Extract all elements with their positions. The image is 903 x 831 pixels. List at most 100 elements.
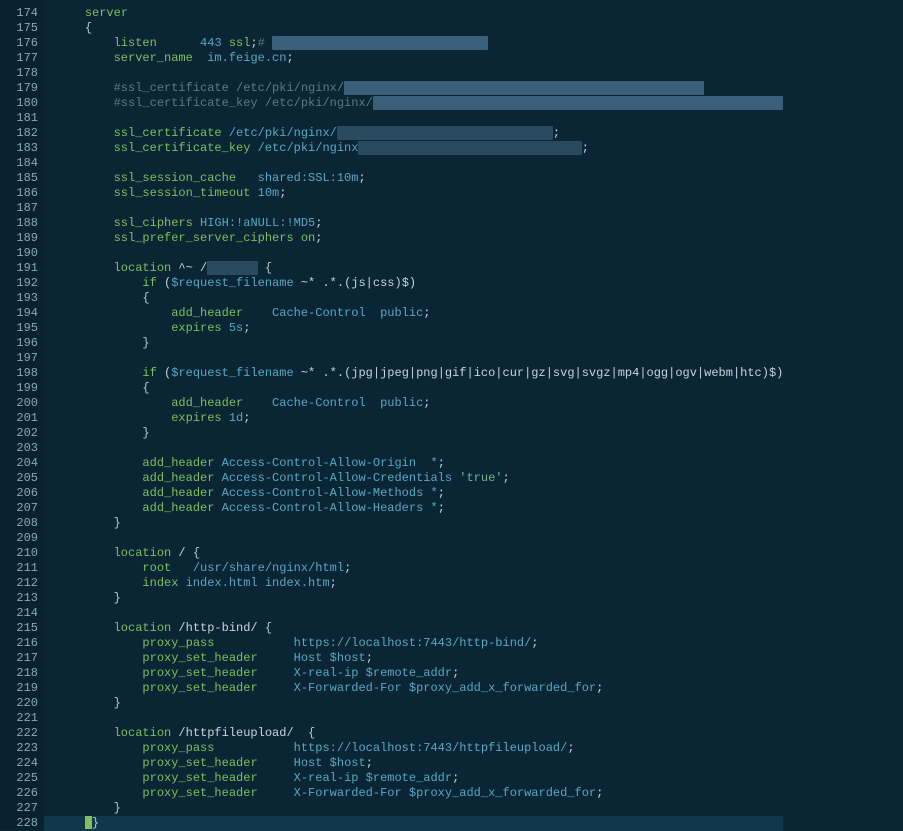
code-line[interactable]: root /usr/share/nginx/html; bbox=[56, 561, 783, 576]
token-brace: { bbox=[142, 381, 149, 395]
token-brace: } bbox=[114, 696, 121, 710]
code-line[interactable]: add_header Access-Control-Allow-Credenti… bbox=[56, 471, 783, 486]
line-number: 224 bbox=[0, 756, 44, 771]
code-line[interactable]: expires 1d; bbox=[56, 411, 783, 426]
code-line[interactable]: proxy_set_header X-real-ip $remote_addr; bbox=[56, 666, 783, 681]
code-line[interactable] bbox=[56, 711, 783, 726]
token-punct: ; bbox=[344, 561, 351, 575]
token-punct: ; bbox=[438, 486, 445, 500]
code-line[interactable]: proxy_pass https://localhost:7443/httpfi… bbox=[56, 741, 783, 756]
code-line[interactable]: ssl_session_timeout 10m; bbox=[56, 186, 783, 201]
token-brace: } bbox=[114, 516, 121, 530]
code-line[interactable] bbox=[56, 201, 783, 216]
code-line[interactable]: } bbox=[56, 336, 783, 351]
code-line[interactable] bbox=[56, 441, 783, 456]
code-line[interactable] bbox=[56, 66, 783, 81]
code-line[interactable] bbox=[56, 606, 783, 621]
token-punct bbox=[171, 561, 193, 575]
code-line[interactable] bbox=[56, 156, 783, 171]
token-punct: ; bbox=[243, 411, 250, 425]
code-line[interactable]: } bbox=[56, 426, 783, 441]
token-punct: ; bbox=[438, 501, 445, 515]
code-line[interactable]: add_header Access-Control-Allow-Origin *… bbox=[56, 456, 783, 471]
code-line[interactable]: #ssl_certificate /etc/pki/nginx/ bbox=[56, 81, 783, 96]
code-line[interactable]: proxy_set_header Host $host; bbox=[56, 756, 783, 771]
code-line[interactable]: } bbox=[56, 591, 783, 606]
line-number: 178 bbox=[0, 66, 44, 81]
code-line[interactable]: location ^~ / { bbox=[56, 261, 783, 276]
token-kw: ssl_prefer_server_ciphers bbox=[114, 231, 294, 245]
token-val: https://localhost:7443/http-bind/ bbox=[294, 636, 532, 650]
code-line[interactable] bbox=[56, 531, 783, 546]
token-punct: ; bbox=[243, 321, 250, 335]
code-line[interactable]: { bbox=[56, 381, 783, 396]
code-line[interactable]: add_header Cache-Control public; bbox=[56, 306, 783, 321]
code-line[interactable]: proxy_set_header X-Forwarded-For $proxy_… bbox=[56, 681, 783, 696]
code-line[interactable]: proxy_pass https://localhost:7443/http-b… bbox=[56, 636, 783, 651]
line-number: 228 bbox=[0, 816, 44, 831]
line-number: 190 bbox=[0, 246, 44, 261]
code-line[interactable]: server bbox=[56, 6, 783, 21]
code-line[interactable]: proxy_set_header X-Forwarded-For $proxy_… bbox=[56, 786, 783, 801]
code-line[interactable]: add_header Access-Control-Allow-Headers … bbox=[56, 501, 783, 516]
token-kw: location bbox=[114, 621, 172, 635]
code-line[interactable]: location /http-bind/ { bbox=[56, 621, 783, 636]
line-number: 199 bbox=[0, 381, 44, 396]
token-punct bbox=[258, 261, 265, 275]
code-line[interactable]: index index.html index.htm; bbox=[56, 576, 783, 591]
code-editor-content[interactable]: server { listen 443 ssl;# server_name im… bbox=[44, 0, 783, 830]
code-line[interactable]: location / { bbox=[56, 546, 783, 561]
line-number: 191 bbox=[0, 261, 44, 276]
code-line[interactable]: ssl_prefer_server_ciphers on; bbox=[56, 231, 783, 246]
line-number: 223 bbox=[0, 741, 44, 756]
code-line[interactable]: ssl_ciphers HIGH:!aNULL:!MD5; bbox=[56, 216, 783, 231]
code-line[interactable]: if ($request_filename ~* .*.(js|css)$) bbox=[56, 276, 783, 291]
line-number: 195 bbox=[0, 321, 44, 336]
token-val: Cache-Control public bbox=[272, 306, 423, 320]
code-line[interactable]: } bbox=[56, 516, 783, 531]
code-line[interactable]: #ssl_certificate_key /etc/pki/nginx/ bbox=[56, 96, 783, 111]
token-val: Host bbox=[294, 756, 330, 770]
code-line[interactable]: } bbox=[56, 801, 783, 816]
token-kw: ssl_session_cache bbox=[114, 171, 236, 185]
token-punct: ( bbox=[157, 276, 171, 290]
code-line[interactable]: ssl_certificate /etc/pki/nginx/ ; bbox=[56, 126, 783, 141]
code-line[interactable]: add_header Cache-Control public; bbox=[56, 396, 783, 411]
token-punct: ; bbox=[503, 471, 510, 485]
token-brace: { bbox=[193, 546, 200, 560]
token-punct bbox=[214, 636, 293, 650]
token-punct: ; bbox=[582, 141, 589, 155]
code-line[interactable]: listen 443 ssl;# bbox=[56, 36, 783, 51]
line-number: 186 bbox=[0, 186, 44, 201]
token-punct bbox=[214, 471, 221, 485]
code-line[interactable] bbox=[56, 111, 783, 126]
code-line[interactable]: server_name im.feige.cn; bbox=[56, 51, 783, 66]
code-line[interactable]: ssl_session_cache shared:SSL:10m; bbox=[56, 171, 783, 186]
token-kw: location bbox=[114, 261, 172, 275]
code-line[interactable]: ssl_certificate_key /etc/pki/nginx ; bbox=[56, 141, 783, 156]
token-punct: ^~ / bbox=[171, 261, 207, 275]
token-punct bbox=[236, 171, 258, 185]
code-line[interactable] bbox=[56, 351, 783, 366]
token-kw: listen bbox=[114, 36, 157, 50]
token-punct: / bbox=[171, 546, 193, 560]
line-number: 213 bbox=[0, 591, 44, 606]
code-line[interactable]: location /httpfileupload/ { bbox=[56, 726, 783, 741]
code-line[interactable]: } bbox=[56, 696, 783, 711]
token-punct: (jpg|jpeg|png|gif|ico|cur|gz|svg|svgz|mp… bbox=[344, 366, 783, 380]
code-line[interactable]: proxy_set_header X-real-ip $remote_addr; bbox=[56, 771, 783, 786]
code-line[interactable]: { bbox=[56, 21, 783, 36]
code-line[interactable]: { bbox=[56, 291, 783, 306]
code-line[interactable]: if ($request_filename ~* .*.(jpg|jpeg|pn… bbox=[56, 366, 783, 381]
code-line[interactable] bbox=[56, 246, 783, 261]
code-line[interactable]: add_header Access-Control-Allow-Methods … bbox=[56, 486, 783, 501]
code-line[interactable]: } bbox=[56, 816, 783, 831]
token-punct bbox=[214, 741, 293, 755]
token-val: $remote_addr bbox=[366, 771, 452, 785]
code-line[interactable]: proxy_set_header Host $host; bbox=[56, 651, 783, 666]
token-punct bbox=[258, 651, 294, 665]
token-brace: } bbox=[114, 591, 121, 605]
code-line[interactable]: expires 5s; bbox=[56, 321, 783, 336]
token-val: $request_filename bbox=[171, 276, 293, 290]
token-num: 443 bbox=[200, 36, 222, 50]
